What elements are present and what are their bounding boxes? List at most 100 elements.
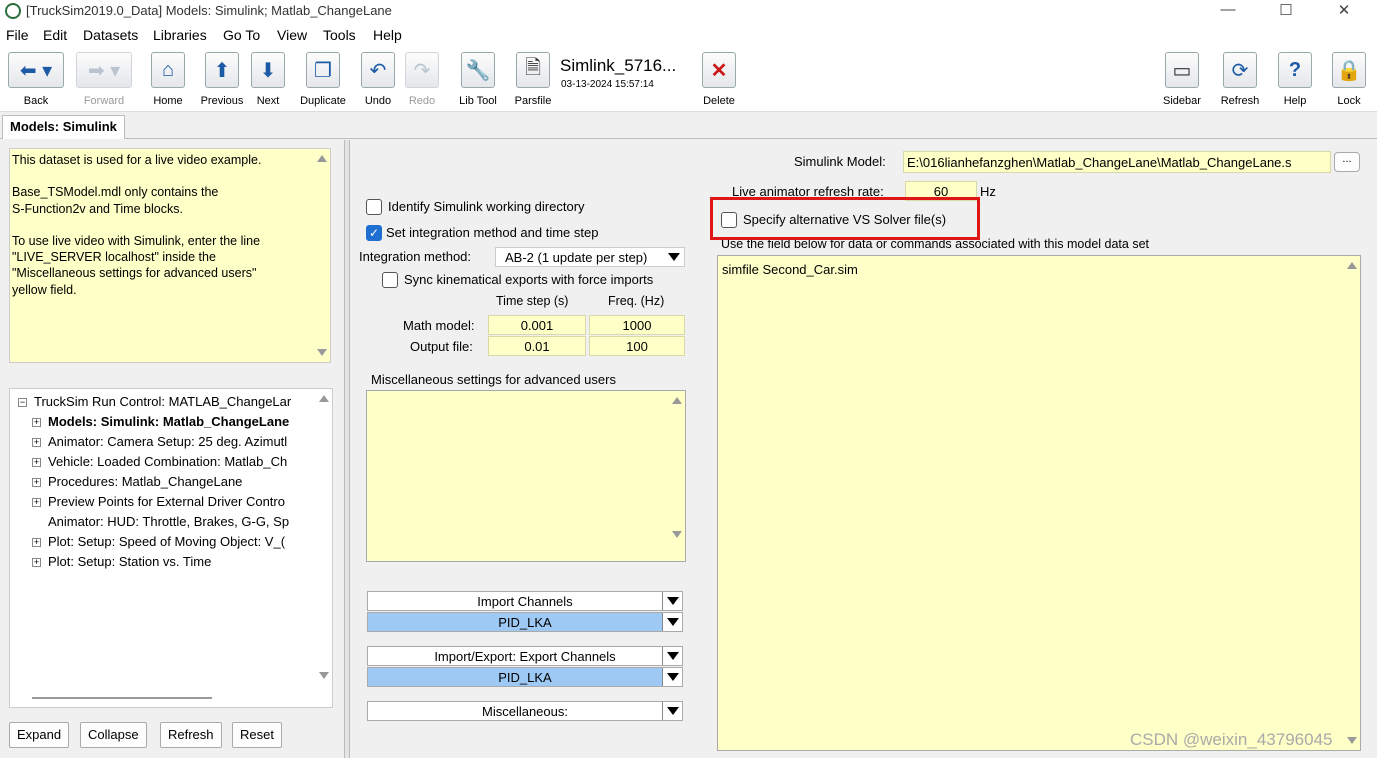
tab-bar: Models: Simulink (0, 112, 1377, 139)
model-data-field[interactable]: simfile Second_Car.sim (717, 255, 1361, 751)
next-button[interactable]: ⬇ Next (250, 52, 286, 107)
down-arrow-icon: ⬇ (251, 52, 285, 88)
title-bar: [TruckSim2019.0_Data] Models: Simulink; … (0, 0, 1377, 22)
close-button[interactable]: ✕ (1321, 1, 1367, 21)
export-dataset-name: PID_LKA (498, 670, 552, 685)
collapse-toggle-icon[interactable]: − (18, 398, 27, 407)
forward-button[interactable]: ➡ ▾ Forward (76, 52, 132, 107)
minimize-button[interactable]: — (1205, 1, 1251, 21)
splitter[interactable] (344, 140, 350, 758)
previous-button[interactable]: ⬆ Previous (198, 52, 246, 107)
highlight-box (710, 197, 980, 240)
tree-item-procedures[interactable]: Procedures: Matlab_ChangeLane (48, 474, 242, 489)
export-channels-value[interactable]: PID_LKA (367, 667, 683, 687)
menu-libraries[interactable]: Libraries (153, 27, 207, 43)
expand-button[interactable]: Expand (9, 722, 70, 748)
import-channels-select[interactable]: Import Channels (367, 591, 683, 611)
tree-scrollbar[interactable] (315, 389, 332, 707)
parsfile-button[interactable]: 🗎 Parsfile (512, 52, 554, 107)
export-channels-select[interactable]: Import/Export: Export Channels (367, 646, 683, 666)
expand-toggle-icon[interactable]: + (32, 438, 41, 447)
import-dataset-name: PID_LKA (498, 615, 552, 630)
lock-button[interactable]: 🔒 Lock (1330, 52, 1368, 107)
chevron-down-icon (664, 248, 684, 266)
miscellaneous-label: Miscellaneous: (482, 704, 568, 719)
help-button[interactable]: ? Help (1276, 52, 1314, 107)
menu-tools[interactable]: Tools (323, 27, 356, 43)
model-data-vscrollbar[interactable] (1343, 256, 1360, 750)
tree-item-vehicle[interactable]: Vehicle: Loaded Combination: Matlab_Ch (48, 454, 287, 469)
refresh-icon: ⟳ (1223, 52, 1257, 88)
menu-view[interactable]: View (277, 27, 307, 43)
menu-goto[interactable]: Go To (223, 27, 260, 43)
set-integration-checkbox[interactable]: ✓ (366, 225, 382, 241)
import-channels-value[interactable]: PID_LKA (367, 612, 683, 632)
duplicate-button[interactable]: ❐ Duplicate (296, 52, 350, 107)
misc-vscrollbar[interactable] (668, 391, 685, 544)
collapse-button[interactable]: Collapse (80, 722, 147, 748)
maximize-button[interactable]: ☐ (1263, 1, 1309, 21)
undo-button[interactable]: ↶ Undo (360, 52, 396, 107)
delete-button[interactable]: ✕ Delete (700, 52, 738, 107)
math-timestep-field[interactable]: 0.001 (488, 315, 586, 335)
document-icon: 🗎 (516, 52, 550, 88)
expand-toggle-icon[interactable]: + (32, 498, 41, 507)
menu-help[interactable]: Help (373, 27, 402, 43)
menu-datasets[interactable]: Datasets (83, 27, 138, 43)
duplicate-icon: ❐ (306, 52, 340, 88)
tree-item-plot-station[interactable]: Plot: Setup: Station vs. Time (48, 554, 211, 569)
tree-root[interactable]: TruckSim Run Control: MATLAB_ChangeLar (34, 394, 291, 409)
notes-panel[interactable]: This dataset is used for a live video ex… (9, 148, 331, 363)
expand-toggle-icon[interactable]: + (32, 478, 41, 487)
dataset-name[interactable]: Simlink_5716... (560, 56, 676, 76)
expand-toggle-icon[interactable]: + (32, 458, 41, 467)
tree-item-preview-points[interactable]: Preview Points for External Driver Contr… (48, 494, 285, 509)
app-icon (5, 3, 21, 19)
tree-hscrollbar[interactable] (32, 697, 212, 699)
redo-icon: ↷ (405, 52, 439, 88)
expand-toggle-icon[interactable]: + (32, 418, 41, 427)
tree-item-models[interactable]: Models: Simulink: Matlab_ChangeLane (48, 414, 289, 429)
output-timestep-field[interactable]: 0.01 (488, 336, 586, 356)
back-arrow-icon: ⬅ ▾ (8, 52, 64, 88)
delete-x-icon: ✕ (702, 52, 736, 88)
tree-item-animator-camera[interactable]: Animator: Camera Setup: 25 deg. Azimutl (48, 434, 287, 449)
integration-method-label: Integration method: (359, 249, 472, 264)
up-arrow-icon: ⬆ (205, 52, 239, 88)
browse-button[interactable]: ... (1334, 152, 1360, 172)
menu-edit[interactable]: Edit (43, 27, 67, 43)
refresh-button[interactable]: ⟳ Refresh (1218, 52, 1262, 107)
miscellaneous-select[interactable]: Miscellaneous: (367, 701, 683, 721)
lib-tool-button[interactable]: 🔧 Lib Tool (454, 52, 502, 107)
simulink-model-path[interactable]: E:\016lianhefanzghen\Matlab_ChangeLane\M… (903, 151, 1331, 173)
chevron-down-icon (662, 613, 682, 631)
misc-settings-field[interactable] (366, 390, 686, 562)
redo-button[interactable]: ↷ Redo (404, 52, 440, 107)
tree-item-animator-hud[interactable]: Animator: HUD: Throttle, Brakes, G-G, Sp (48, 514, 289, 529)
notes-scrollbar[interactable] (313, 149, 330, 362)
home-button[interactable]: ⌂ Home (148, 52, 188, 107)
window-title: [TruckSim2019.0_Data] Models: Simulink; … (26, 3, 392, 18)
notes-line: To use live video with Simulink, enter t… (12, 233, 261, 248)
menu-file[interactable]: File (6, 27, 29, 43)
expand-toggle-icon[interactable]: + (32, 558, 41, 567)
math-freq-field[interactable]: 1000 (589, 315, 685, 335)
export-channels-label: Import/Export: Export Channels (434, 649, 616, 664)
output-freq-field[interactable]: 100 (589, 336, 685, 356)
back-button[interactable]: ⬅ ▾ Back (8, 52, 64, 107)
sync-checkbox[interactable] (382, 272, 398, 288)
tree-item-plot-speed[interactable]: Plot: Setup: Speed of Moving Object: V_( (48, 534, 285, 549)
dataset-date: 03-13-2024 15:57:14 (561, 79, 654, 90)
notes-line: This dataset is used for a live video ex… (12, 153, 262, 167)
reset-button[interactable]: Reset (232, 722, 282, 748)
menu-bar: File Edit Datasets Libraries Go To View … (0, 22, 1377, 46)
expand-toggle-icon[interactable]: + (32, 538, 41, 547)
sidebar-button[interactable]: ▭ Sidebar (1160, 52, 1204, 107)
notes-line: "Miscellaneous settings for advanced use… (12, 266, 257, 281)
misc-hscrollbar[interactable] (367, 544, 685, 561)
identify-dir-checkbox[interactable] (366, 199, 382, 215)
integration-method-value: AB-2 (1 update per step) (505, 250, 648, 265)
tree-refresh-button[interactable]: Refresh (160, 722, 222, 748)
integration-method-select[interactable]: AB-2 (1 update per step) (495, 247, 685, 267)
tab-models-simulink[interactable]: Models: Simulink (2, 115, 125, 139)
